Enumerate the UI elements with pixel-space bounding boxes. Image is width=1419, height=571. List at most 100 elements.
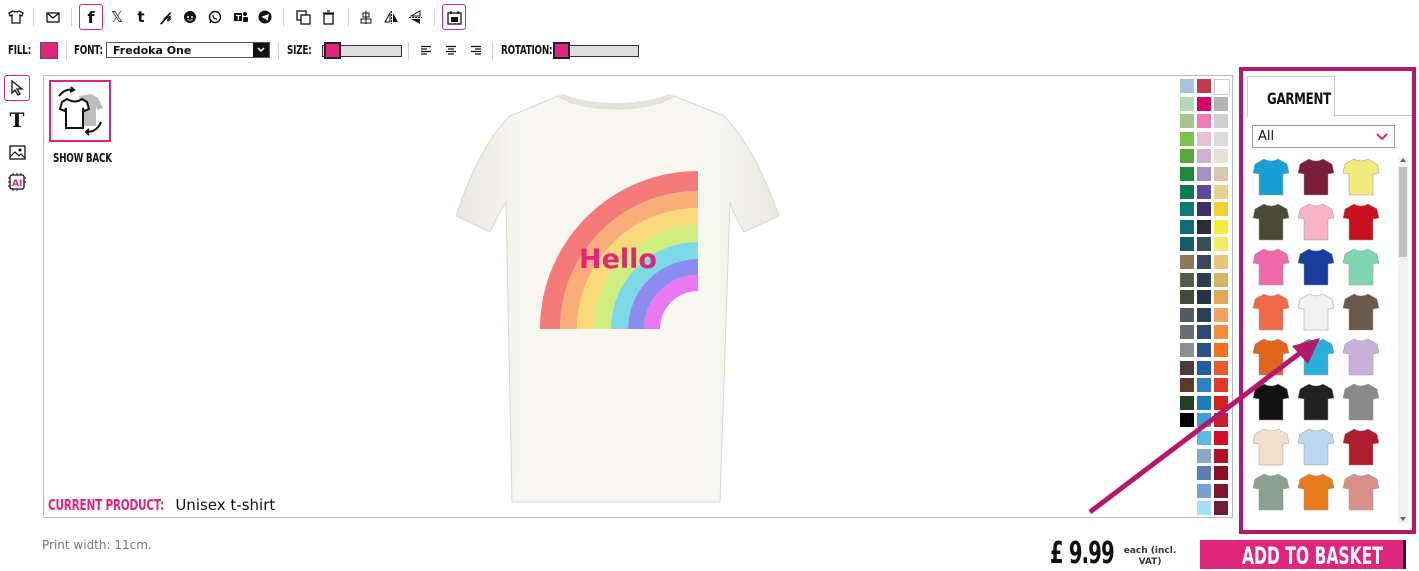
trash-icon[interactable] xyxy=(319,8,337,26)
garment-thumbnail[interactable] xyxy=(1342,472,1380,512)
color-swatch[interactable] xyxy=(1197,255,1211,269)
color-swatch[interactable] xyxy=(1214,96,1228,111)
flip-horizontal-icon[interactable] xyxy=(382,8,400,26)
color-swatch[interactable] xyxy=(1214,237,1228,252)
garment-thumbnail[interactable] xyxy=(1252,157,1290,197)
color-swatch[interactable] xyxy=(1214,184,1228,199)
duplicate-icon[interactable] xyxy=(294,8,312,26)
text-tool-icon[interactable]: T xyxy=(5,108,29,132)
flip-vertical-icon[interactable] xyxy=(406,8,424,26)
design-canvas[interactable]: SHOW BACK Hello CURRENT PRODUCT: Unisex … xyxy=(43,75,1233,518)
color-swatch[interactable] xyxy=(1180,79,1194,93)
font-select[interactable]: Fredoka One xyxy=(106,42,270,58)
align-left-icon[interactable] xyxy=(419,43,433,57)
color-swatch[interactable] xyxy=(1214,131,1228,146)
tumblr-icon[interactable]: t xyxy=(132,8,150,26)
garment-thumbnail[interactable] xyxy=(1342,292,1380,332)
color-swatch[interactable] xyxy=(1180,167,1194,181)
garment-thumbnail[interactable] xyxy=(1342,427,1380,467)
color-swatch[interactable] xyxy=(1197,272,1211,287)
color-swatch[interactable] xyxy=(1180,114,1194,129)
rotation-label: ROTATION: xyxy=(501,43,553,57)
print-width-text: Print width: 11cm. xyxy=(42,538,152,552)
color-swatch[interactable] xyxy=(1180,184,1194,199)
align-center-object-icon[interactable] xyxy=(357,8,375,26)
scroll-up-icon[interactable] xyxy=(1400,158,1406,162)
x-twitter-icon[interactable]: 𝕏 xyxy=(108,8,126,26)
fill-color-swatch[interactable] xyxy=(40,42,58,59)
select-tool-icon[interactable] xyxy=(4,75,30,101)
color-swatch[interactable] xyxy=(1180,255,1194,269)
current-product: CURRENT PRODUCT: Unisex t-shirt xyxy=(48,496,301,515)
color-swatch[interactable] xyxy=(1214,79,1230,95)
color-swatch[interactable] xyxy=(1197,114,1211,129)
garment-thumbnail[interactable] xyxy=(1342,202,1380,242)
color-swatch[interactable] xyxy=(1197,96,1211,111)
font-label: FONT: xyxy=(74,43,103,57)
tshirt-icon[interactable] xyxy=(6,8,26,26)
add-to-basket-button[interactable]: ADD TO BASKET xyxy=(1200,540,1406,570)
garment-thumbnail[interactable] xyxy=(1342,382,1380,422)
color-swatch[interactable] xyxy=(1197,184,1211,199)
garment-thumbnail[interactable] xyxy=(1297,202,1335,242)
email-icon[interactable] xyxy=(44,8,62,26)
garment-thumbnail[interactable] xyxy=(1342,157,1380,197)
color-swatch[interactable] xyxy=(1180,149,1194,164)
garment-thumbnail[interactable] xyxy=(1342,247,1380,287)
color-swatch[interactable] xyxy=(1180,131,1194,146)
align-right-icon[interactable] xyxy=(469,43,483,57)
color-swatch[interactable] xyxy=(1197,290,1211,305)
color-swatch[interactable] xyxy=(1180,96,1194,111)
garment-thumbnail[interactable] xyxy=(1252,202,1290,242)
size-slider-thumb[interactable] xyxy=(324,42,341,59)
ai-tool-icon[interactable]: AI xyxy=(5,170,29,194)
calendar-preview-icon[interactable] xyxy=(442,4,466,30)
color-swatch[interactable] xyxy=(1197,167,1211,181)
color-swatch[interactable] xyxy=(1197,202,1211,217)
color-swatch[interactable] xyxy=(1197,79,1211,93)
color-swatch[interactable] xyxy=(1214,272,1228,287)
color-swatch[interactable] xyxy=(1197,149,1211,164)
garment-thumbnail[interactable] xyxy=(1252,247,1290,287)
reddit-icon[interactable] xyxy=(181,8,199,26)
color-swatch[interactable] xyxy=(1180,290,1194,305)
color-swatch[interactable] xyxy=(1214,290,1228,305)
color-swatch[interactable] xyxy=(1180,202,1194,217)
garment-filter-select[interactable]: All xyxy=(1252,125,1395,148)
color-swatch[interactable] xyxy=(1214,114,1228,129)
telegram-icon[interactable] xyxy=(256,8,274,26)
color-swatch[interactable] xyxy=(1180,237,1194,252)
color-swatch[interactable] xyxy=(1214,202,1228,217)
color-swatch[interactable] xyxy=(1180,272,1194,287)
facebook-icon[interactable]: f xyxy=(79,4,103,30)
garment-thumbnail[interactable] xyxy=(1297,157,1335,197)
scroll-down-icon[interactable] xyxy=(1400,517,1406,521)
color-swatch[interactable] xyxy=(1197,237,1211,252)
image-tool-icon[interactable] xyxy=(5,140,29,164)
price-note-line2: VAT) xyxy=(1138,557,1162,567)
color-swatch[interactable] xyxy=(1214,167,1228,181)
color-swatch[interactable] xyxy=(1214,255,1228,269)
color-swatch[interactable] xyxy=(1197,131,1211,146)
whatsapp-icon[interactable] xyxy=(206,8,224,26)
garment-scrollbar[interactable] xyxy=(1398,157,1408,523)
svg-text:T: T xyxy=(236,14,241,22)
design-text-hello[interactable]: Hello xyxy=(579,244,657,275)
size-label: SIZE: xyxy=(287,43,312,57)
fill-label: FILL: xyxy=(8,43,31,57)
garment-thumbnail[interactable] xyxy=(1297,247,1335,287)
pinterest-icon[interactable]: 𝓅 xyxy=(157,8,175,26)
align-center-icon[interactable] xyxy=(444,43,458,57)
show-back-button[interactable] xyxy=(49,80,111,142)
color-swatch[interactable] xyxy=(1180,219,1194,234)
color-swatch[interactable] xyxy=(1197,219,1211,234)
garment-thumbnail[interactable] xyxy=(1342,337,1380,377)
color-swatch[interactable] xyxy=(1214,149,1228,164)
color-swatch[interactable] xyxy=(1214,219,1228,234)
scrollbar-thumb[interactable] xyxy=(1399,167,1407,257)
annotation-arrow xyxy=(1088,338,1320,514)
chevron-down-icon xyxy=(1376,133,1388,141)
tab-garment[interactable]: GARMENT xyxy=(1247,76,1335,117)
rotation-slider-thumb[interactable] xyxy=(553,42,570,59)
teams-icon[interactable]: T xyxy=(231,8,251,26)
